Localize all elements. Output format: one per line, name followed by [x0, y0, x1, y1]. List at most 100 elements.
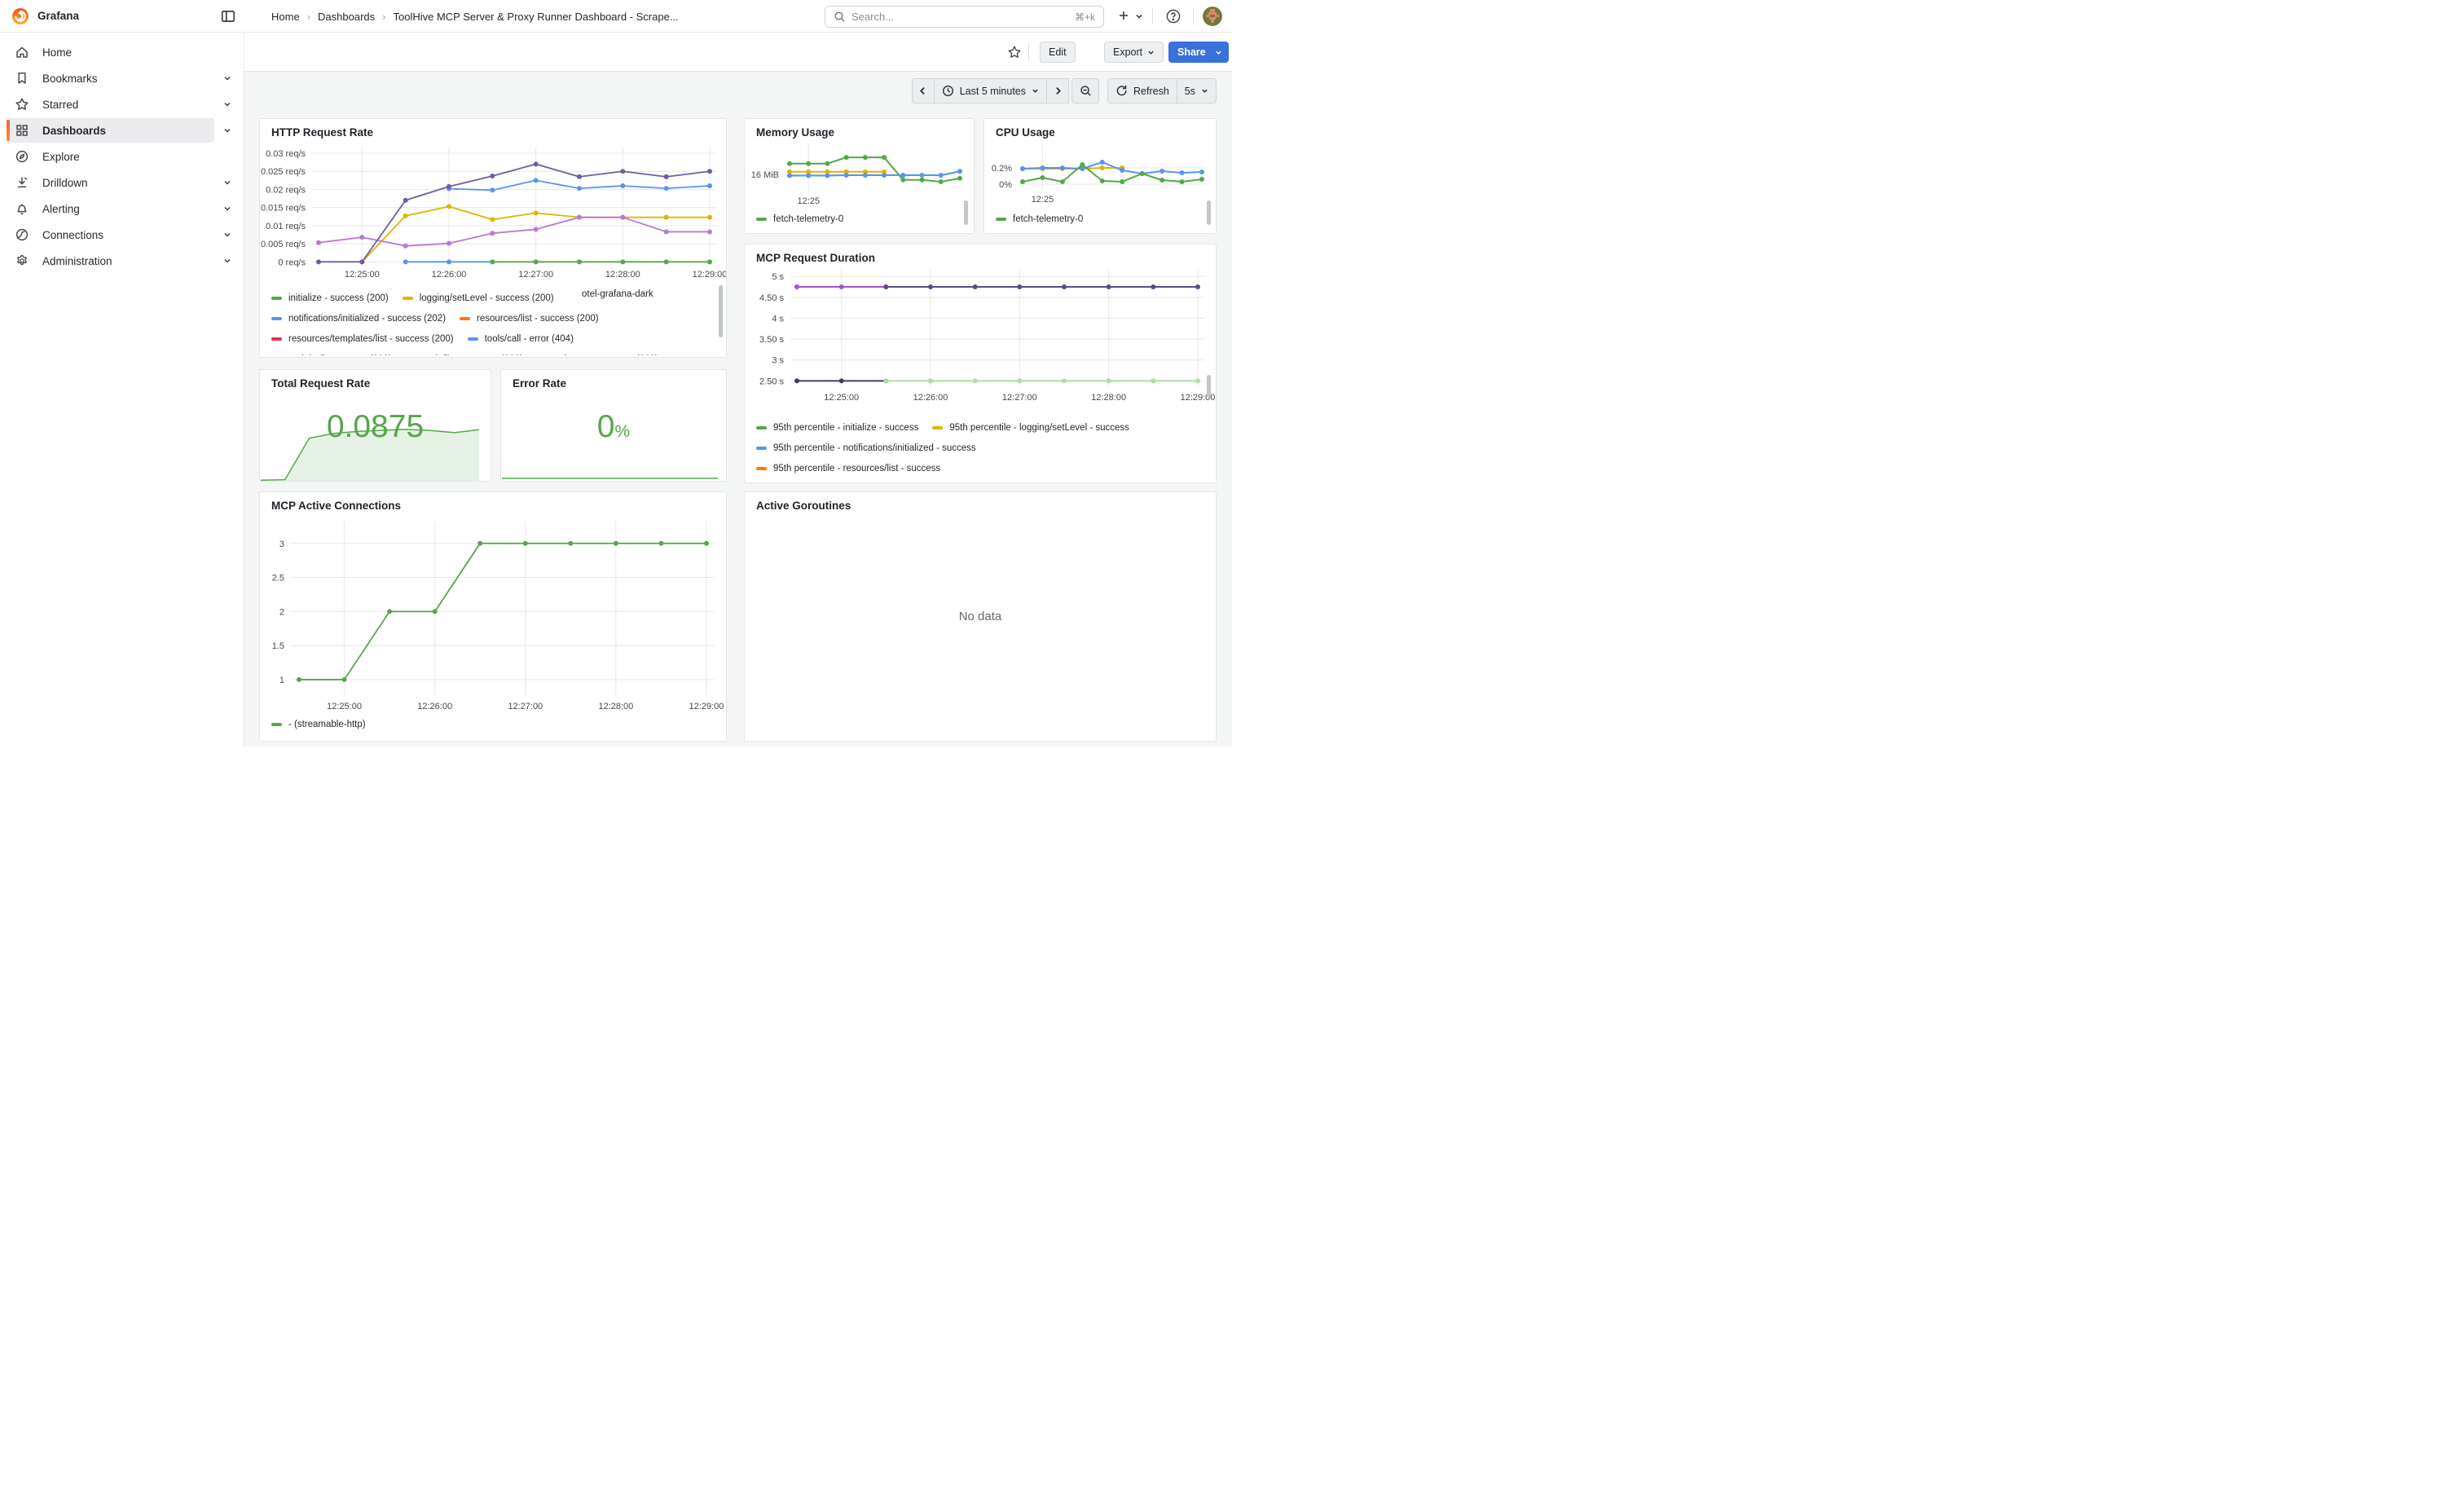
sidebar-item-starred[interactable]: Starred: [0, 91, 244, 117]
chevron-down-icon[interactable]: [222, 126, 232, 135]
svg-text:0%: 0%: [999, 180, 1012, 190]
sidebar-item-home[interactable]: Home: [0, 39, 244, 65]
breadcrumb: Home › Dashboards › ToolHive MCP Server …: [271, 0, 679, 33]
share-caret-button[interactable]: [1208, 42, 1229, 63]
svg-text:12:28:00: 12:28:00: [1091, 393, 1126, 403]
legend-item[interactable]: resources/templates/list - success (200): [271, 334, 454, 344]
bookmark-icon: [15, 71, 29, 86]
legend-label: tools/list - success (200): [423, 355, 523, 356]
panel-title[interactable]: Total Request Rate: [271, 377, 370, 390]
svg-text:12:25:00: 12:25:00: [327, 702, 362, 711]
refresh-interval-picker[interactable]: 5s: [1177, 78, 1217, 103]
legend-scrollbar[interactable]: [964, 200, 968, 225]
mcp-active-connections-chart[interactable]: 32.521.5112:25:0012:26:0012:27:0012:28:0…: [260, 492, 726, 741]
legend-label: logging/setLevel - success (200): [420, 293, 554, 303]
compass-icon: [15, 149, 29, 164]
svg-text:12:25: 12:25: [1032, 195, 1054, 205]
edit-button[interactable]: Edit: [1040, 42, 1076, 63]
sidebar-item-alerting[interactable]: Alerting: [0, 196, 244, 222]
legend-chip: [271, 317, 282, 320]
svg-text:0.03 req/s: 0.03 req/s: [266, 149, 306, 159]
panel-title[interactable]: CPU Usage: [996, 126, 1055, 139]
panel-title[interactable]: MCP Active Connections: [271, 500, 401, 512]
legend-item[interactable]: fetch-telemetry-0: [756, 214, 843, 224]
legend-item[interactable]: tools/list - success (200): [406, 355, 523, 356]
legend-item[interactable]: 95th percentile - initialize - success: [756, 423, 918, 433]
sidebar-item-bookmarks[interactable]: Bookmarks: [0, 65, 244, 91]
search-input[interactable]: Search... ⌘+k: [825, 6, 1104, 28]
svg-text:4 s: 4 s: [772, 314, 784, 324]
sidebar-item-label: Home: [42, 46, 72, 59]
panel-scrollbar[interactable]: [1207, 375, 1211, 398]
legend-label: tools/call - error (404): [485, 334, 574, 344]
chevron-down-icon[interactable]: [222, 178, 232, 187]
legend-item[interactable]: tools/call - success (200): [271, 355, 392, 356]
panel-active-goroutines: Active Goroutines No data: [744, 491, 1217, 742]
breadcrumb-home[interactable]: Home: [271, 11, 300, 23]
sidebar-item-administration[interactable]: Administration: [0, 248, 244, 274]
svg-text:3.50 s: 3.50 s: [759, 335, 784, 345]
zoom-out-button[interactable]: [1071, 78, 1099, 103]
svg-text:12:29:00: 12:29:00: [693, 270, 726, 280]
legend-item[interactable]: 95th percentile - logging/setLevel - suc…: [932, 423, 1129, 433]
time-range-picker[interactable]: Last 5 minutes: [934, 78, 1047, 103]
svg-text:12:25:00: 12:25:00: [824, 393, 859, 403]
time-back-button[interactable]: [912, 78, 935, 103]
panel-title[interactable]: Memory Usage: [756, 126, 834, 139]
sidebar-item-connections[interactable]: Connections: [0, 222, 244, 248]
refresh-button[interactable]: Refresh: [1107, 78, 1177, 103]
legend-label: fetch-telemetry-0: [1013, 214, 1083, 224]
svg-text:12:27:00: 12:27:00: [1002, 393, 1037, 403]
svg-text:2.50 s: 2.50 s: [759, 377, 784, 386]
refresh-interval-label: 5s: [1185, 86, 1195, 97]
export-button[interactable]: Export: [1104, 42, 1164, 63]
chevron-down-icon[interactable]: [222, 73, 232, 83]
legend-item[interactable]: fetch-telemetry-0: [996, 214, 1083, 224]
favorite-star-icon[interactable]: [1007, 45, 1022, 59]
panel-title[interactable]: MCP Request Duration: [756, 252, 875, 264]
sidebar-item-drilldown[interactable]: Drilldown: [0, 170, 244, 196]
legend-item[interactable]: 95th percentile - resources/list - succe…: [756, 464, 940, 473]
chevron-down-icon[interactable]: [222, 204, 232, 214]
help-icon[interactable]: [1165, 8, 1181, 24]
brand-title: Grafana: [37, 0, 79, 33]
legend-item[interactable]: 95th percentile - notifications/initiali…: [756, 443, 976, 453]
search-icon: [834, 11, 846, 23]
add-button[interactable]: [1116, 8, 1133, 24]
legend-chip: [756, 447, 767, 450]
clock-icon: [942, 85, 954, 97]
panel-title[interactable]: HTTP Request Rate: [271, 126, 373, 139]
breadcrumb-dashboards[interactable]: Dashboards: [318, 11, 375, 23]
no-data-message: No data: [745, 492, 1216, 741]
sidebar-item-label: Drilldown: [42, 177, 88, 189]
chevron-down-icon[interactable]: [222, 99, 232, 109]
panel-title[interactable]: Error Rate: [513, 377, 566, 390]
svg-text:0.01 req/s: 0.01 req/s: [266, 222, 306, 231]
user-avatar[interactable]: [1203, 7, 1222, 26]
search-shortcut: ⌘+k: [1075, 11, 1095, 23]
panel-title[interactable]: Active Goroutines: [756, 500, 851, 512]
sidebar-toggle-icon[interactable]: [220, 8, 236, 24]
time-forward-button[interactable]: [1046, 78, 1069, 103]
add-caret-icon[interactable]: [1134, 11, 1144, 21]
svg-text:1.5: 1.5: [272, 641, 284, 651]
legend-item[interactable]: logging/setLevel - success (200): [403, 293, 554, 303]
legend-scrollbar[interactable]: [719, 285, 723, 337]
header-divider: [1193, 8, 1194, 24]
chevron-down-icon[interactable]: [222, 230, 232, 240]
legend-item[interactable]: resources/list - success (200): [460, 314, 599, 324]
legend-item[interactable]: initialize - success (200): [271, 293, 389, 303]
header-divider: [1152, 8, 1153, 24]
legend-item[interactable]: unknown - success (200): [537, 355, 658, 356]
sidebar-item-explore[interactable]: Explore: [0, 143, 244, 170]
sidebar-item-label: Alerting: [42, 203, 80, 215]
svg-text:5 s: 5 s: [772, 272, 784, 282]
chevron-down-icon[interactable]: [222, 256, 232, 266]
legend-scrollbar[interactable]: [1207, 200, 1211, 225]
legend-item[interactable]: tools/call - error (404): [468, 334, 574, 344]
panel-error-rate: Error Rate 0 %: [500, 369, 727, 482]
sidebar-item-dashboards[interactable]: Dashboards: [0, 117, 244, 143]
legend-item[interactable]: - (streamable-http): [271, 720, 366, 729]
drilldown-icon: [15, 175, 29, 190]
legend-item[interactable]: notifications/initialized - success (202…: [271, 314, 446, 324]
